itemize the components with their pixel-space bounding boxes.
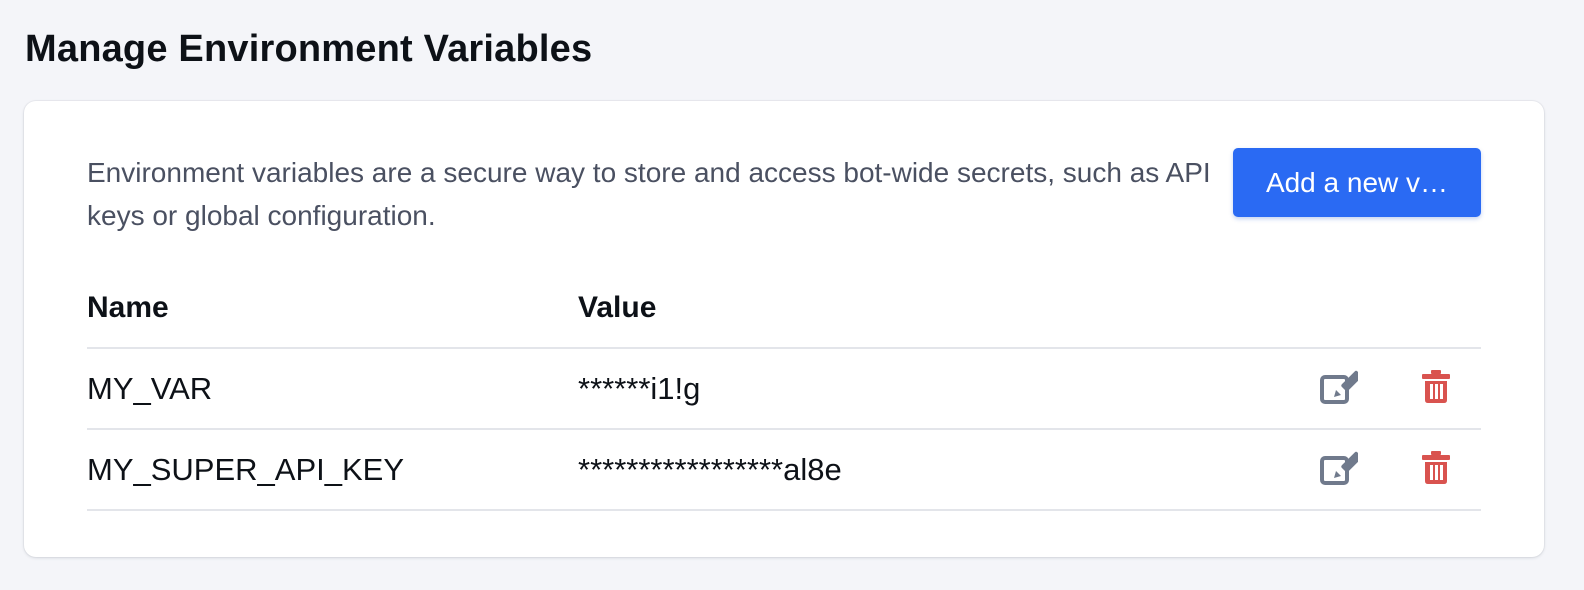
trash-icon bbox=[1422, 370, 1450, 403]
name-column-header: Name bbox=[87, 269, 578, 349]
edit-variable-button[interactable] bbox=[1317, 365, 1361, 409]
delete-column-header bbox=[1361, 269, 1481, 349]
edit-cell bbox=[1221, 348, 1361, 430]
edit-icon bbox=[1320, 451, 1358, 485]
delete-cell bbox=[1361, 429, 1481, 511]
variable-value: *****************al8e bbox=[578, 429, 1221, 511]
edit-variable-button[interactable] bbox=[1317, 446, 1361, 490]
edit-icon bbox=[1320, 370, 1358, 404]
variable-name: MY_VAR bbox=[87, 348, 578, 430]
page-title: Manage Environment Variables bbox=[25, 28, 593, 70]
variable-value: ******i1!g bbox=[578, 348, 1221, 430]
environment-variables-card: Environment variables are a secure way t… bbox=[24, 101, 1544, 557]
variable-name: MY_SUPER_API_KEY bbox=[87, 429, 578, 511]
trash-icon bbox=[1422, 451, 1450, 484]
delete-cell bbox=[1361, 348, 1481, 430]
delete-variable-button[interactable] bbox=[1414, 365, 1458, 409]
value-column-header: Value bbox=[578, 269, 1221, 349]
environment-variables-description: Environment variables are a secure way t… bbox=[87, 157, 1211, 231]
edit-cell bbox=[1221, 429, 1361, 511]
delete-variable-button[interactable] bbox=[1414, 446, 1458, 490]
environment-variables-table: Name Value MY_VAR ******i1!g MY_SUPER_AP… bbox=[87, 269, 1481, 511]
table-row: MY_VAR ******i1!g bbox=[87, 348, 1481, 430]
edit-column-header bbox=[1221, 269, 1361, 349]
add-variable-button[interactable]: Add a new v… bbox=[1233, 148, 1481, 217]
table-row: MY_SUPER_API_KEY *****************al8e bbox=[87, 429, 1481, 511]
table-header-row: Name Value bbox=[87, 269, 1481, 349]
